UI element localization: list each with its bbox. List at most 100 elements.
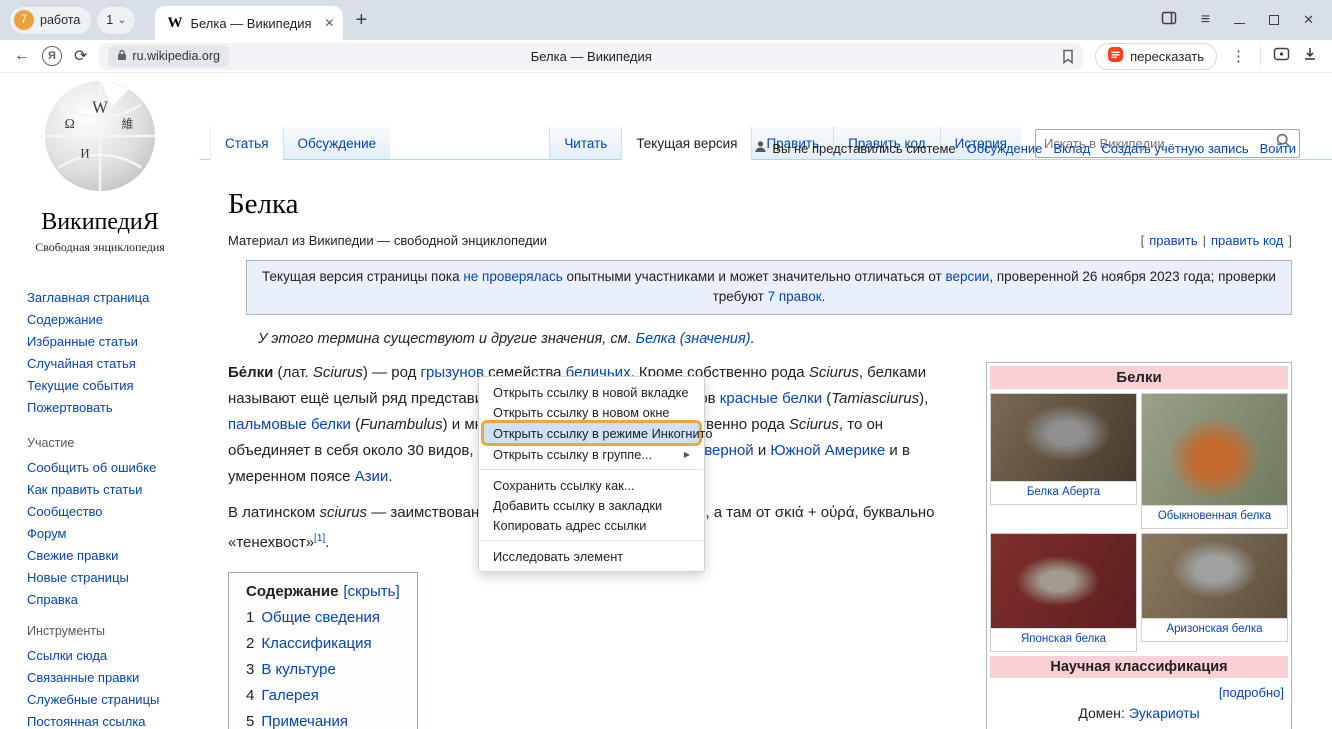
hatnote: У этого термина существуют и другие знач… (258, 331, 1292, 347)
menu-item-copy-link-address[interactable]: Копировать адрес ссылки (479, 515, 704, 535)
asia-link[interactable]: Азии (355, 468, 389, 485)
toc-hide-link[interactable]: [скрыть] (343, 583, 399, 600)
article-body: Белка Материал из Википедии — свободной … (200, 160, 1332, 729)
yandex-icon[interactable]: Я (42, 46, 62, 66)
domain-chip[interactable]: ru.wikipedia.org (108, 46, 229, 67)
taxobox: Белки Белка Аберта Обыкновенная белка (986, 362, 1292, 729)
tab-current-version[interactable]: Текущая версия (621, 127, 751, 160)
retell-button[interactable]: пересказать (1095, 43, 1217, 70)
toc-link-general[interactable]: Общие сведения (261, 609, 380, 626)
toc-link-references[interactable]: Примечания (261, 713, 348, 729)
svg-text:И: И (80, 147, 89, 161)
edit-source-link[interactable]: править код (1211, 233, 1283, 248)
download-icon[interactable] (1302, 46, 1318, 67)
personal-link-talk[interactable]: Обсуждение (967, 141, 1043, 156)
toc-item: 5Примечания (246, 713, 400, 729)
arizona-squirrel-link[interactable]: Аризонская белка (1166, 623, 1262, 635)
toc-link-culture[interactable]: В культуре (261, 661, 336, 678)
classification-header: Научная классификация (990, 656, 1288, 678)
aberts-squirrel-image[interactable] (991, 394, 1136, 482)
disambiguation-link[interactable]: Белка (значения) (636, 331, 751, 347)
menu-icon[interactable]: ≡ (1201, 11, 1210, 29)
toc-link-gallery[interactable]: Галерея (261, 687, 319, 704)
version-link[interactable]: версии (945, 269, 989, 284)
sidebar-item-contents[interactable]: Содержание (27, 313, 200, 326)
toc-item: 1Общие сведения (246, 609, 400, 626)
close-button[interactable]: ✕ (1303, 12, 1314, 28)
bookmark-icon[interactable] (1062, 49, 1074, 64)
palm-squirrels-link[interactable]: пальмовые белки (228, 416, 351, 433)
personal-link-login[interactable]: Войти (1260, 141, 1296, 156)
red-squirrel-link[interactable]: Обыкновенная белка (1158, 510, 1271, 522)
sidebar-item-featured[interactable]: Избранные статьи (27, 335, 200, 348)
site-subtitle: Материал из Википедии — свободной энцикл… (228, 233, 547, 248)
edits-count-link[interactable]: 7 правок (768, 289, 822, 304)
tab-counter-chip[interactable]: 1 ⌄ (97, 7, 135, 34)
sidebar-item-new-pages[interactable]: Новые страницы (27, 571, 200, 584)
sidebar-item-random[interactable]: Случайная статья (27, 357, 200, 370)
tab-strip: 7 работа 1 ⌄ W Белка — Википедия ✕ + ≡ ✕ (0, 0, 1332, 40)
sidebar-item-main-page[interactable]: Заглавная страница (27, 291, 200, 304)
tab-article[interactable]: Статья (210, 127, 283, 160)
classification-details-link[interactable]: [подробно] (1219, 685, 1284, 700)
sidebar-item-donate[interactable]: Пожертвовать (27, 401, 200, 414)
sidebar-panel-icon[interactable] (1273, 46, 1290, 67)
sidebar-item-forum[interactable]: Форум (27, 527, 200, 540)
personal-link-create-account[interactable]: Создать учётную запись (1101, 141, 1248, 156)
tab-group-label: работа (40, 13, 80, 27)
tab-counter: 1 (106, 13, 113, 27)
sidebar-item-related-changes[interactable]: Связанные правки (27, 671, 200, 684)
sidebar-item-report-error[interactable]: Сообщить об ошибке (27, 461, 200, 474)
south-link[interactable]: Южной (770, 442, 820, 459)
menu-item-inspect-element[interactable]: Исследовать элемент (479, 546, 704, 566)
taxobox-image-cell: Аризонская белка (1141, 533, 1288, 642)
menu-item-open-link-in-group[interactable]: Открыть ссылку в группе... ▶ (479, 444, 704, 464)
tab-panels-icon[interactable] (1161, 10, 1177, 31)
arizona-squirrel-image[interactable] (1142, 534, 1287, 619)
red-squirrels-link[interactable]: красные белки (720, 390, 822, 407)
maximize-button[interactable] (1269, 15, 1279, 25)
tab-discussion[interactable]: Обсуждение (283, 127, 391, 160)
address-bar[interactable]: ru.wikipedia.org Белка — Википедия (99, 43, 1083, 70)
america-link[interactable]: Америке (825, 442, 885, 459)
minimize-button[interactable] (1234, 16, 1245, 24)
tab-read[interactable]: Читать (549, 127, 621, 160)
login-status: Вы не представились системе (754, 140, 955, 156)
wikipedia-globe-logo[interactable]: W Ω 維 И (41, 77, 159, 200)
japanese-squirrel-image[interactable] (991, 534, 1136, 629)
red-squirrel-image[interactable] (1142, 394, 1287, 506)
sidebar-item-how-to-edit[interactable]: Как править статьи (27, 483, 200, 496)
sidebar-item-what-links-here[interactable]: Ссылки сюда (27, 649, 200, 662)
aberts-squirrel-link[interactable]: Белка Аберта (1027, 486, 1100, 498)
sidebar-item-recent-changes[interactable]: Свежие правки (27, 549, 200, 562)
sidebar-item-current-events[interactable]: Текущие события (27, 379, 200, 392)
sidebar-item-community[interactable]: Сообщество (27, 505, 200, 518)
rodents-link[interactable]: грызунов (421, 364, 484, 381)
sidebar-item-permanent-link[interactable]: Постоянная ссылка (27, 715, 200, 728)
domain-link[interactable]: Эукариоты (1129, 705, 1200, 721)
window-controls: ≡ ✕ (1161, 10, 1314, 31)
menu-item-open-link-new-tab[interactable]: Открыть ссылку в новой вкладке (479, 382, 704, 402)
svg-text:W: W (92, 97, 108, 116)
japanese-squirrel-link[interactable]: Японская белка (1021, 633, 1106, 645)
reload-button[interactable]: ⟳ (74, 46, 87, 66)
menu-item-open-link-incognito[interactable]: Открыть ссылку в режиме Инкогнито (484, 423, 699, 443)
wikipedia-tagline: Свободная энциклопедия (0, 240, 200, 255)
kebab-menu-icon[interactable]: ⋮ (1229, 47, 1248, 65)
menu-item-open-link-new-window[interactable]: Открыть ссылку в новом окне (479, 402, 704, 422)
taxobox-image-cell: Японская белка (990, 533, 1137, 652)
edit-link[interactable]: править (1149, 233, 1197, 248)
sidebar-item-help[interactable]: Справка (27, 593, 200, 606)
not-reviewed-link[interactable]: не проверялась (463, 269, 562, 284)
browser-tab[interactable]: W Белка — Википедия ✕ (155, 6, 343, 40)
back-button[interactable]: ← (14, 47, 30, 65)
personal-link-contributions[interactable]: Вклад (1053, 141, 1090, 156)
footnote-1-link[interactable]: [1] (314, 533, 325, 544)
menu-item-save-link-as[interactable]: Сохранить ссылку как... (479, 475, 704, 495)
toc-link-classification[interactable]: Классификация (261, 635, 371, 652)
tab-group-chip[interactable]: 7 работа (10, 7, 91, 34)
tab-close-icon[interactable]: ✕ (324, 16, 334, 30)
new-tab-button[interactable]: + (355, 10, 367, 30)
sidebar-item-special-pages[interactable]: Служебные страницы (27, 693, 200, 706)
menu-item-add-link-bookmark[interactable]: Добавить ссылку в закладки (479, 495, 704, 515)
